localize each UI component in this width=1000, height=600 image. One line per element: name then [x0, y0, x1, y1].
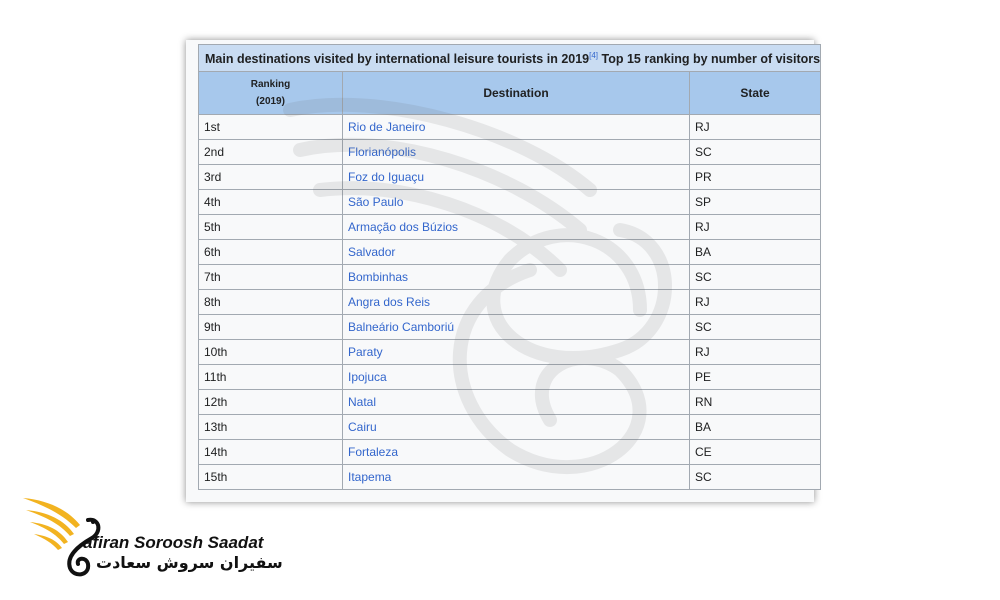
state-cell: PE [688, 364, 822, 391]
destination-link[interactable]: Salvador [348, 245, 395, 259]
destination-cell: Foz do Iguaçu [342, 164, 690, 191]
table-row: 6th Salvador BA [198, 239, 822, 266]
state-cell: CE [688, 439, 822, 466]
destination-link[interactable]: Itapema [348, 470, 391, 484]
table-row: 3rd Foz do Iguaçu PR [198, 164, 822, 191]
state-cell: SC [688, 139, 822, 166]
destination-cell: Balneário Camboriú [342, 314, 690, 341]
ranking-header[interactable]: Ranking (2019) [198, 71, 343, 116]
table-row: 2nd Florianópolis SC [198, 139, 822, 166]
rank-cell: 4th [198, 189, 343, 216]
caption-rest: Top 15 ranking by number of visitors [598, 52, 821, 67]
destination-link[interactable]: Foz do Iguaçu [348, 170, 424, 184]
destination-cell: Fortaleza [342, 439, 690, 466]
table-body: 1st Rio de Janeiro RJ 2nd Florianópolis SC 3… [198, 114, 822, 491]
state-cell: RJ [688, 339, 822, 366]
table-row: 12th Natal RN [198, 389, 822, 416]
rank-cell: 8th [198, 289, 343, 316]
caption-reference-link[interactable]: [4] [589, 51, 598, 60]
table-row: 7th Bombinhas SC [198, 264, 822, 291]
caption-main: Main destinations visited by internation… [205, 52, 590, 67]
rank-cell: 12th [198, 389, 343, 416]
table-row: 4th São Paulo SP [198, 189, 822, 216]
table-row: 14th Fortaleza CE [198, 439, 822, 466]
rank-cell: 15th [198, 464, 343, 491]
destination-cell: Bombinhas [342, 264, 690, 291]
rank-cell: 11th [198, 364, 343, 391]
destination-link[interactable]: Balneário Camboriú [348, 320, 454, 334]
destination-header[interactable]: Destination [342, 71, 690, 116]
state-cell: RJ [688, 289, 822, 316]
destination-cell: Florianópolis [342, 139, 690, 166]
rank-cell: 7th [198, 264, 343, 291]
destination-cell: Angra dos Reis [342, 289, 690, 316]
table-row: 10th Paraty RJ [198, 339, 822, 366]
brand-name-persian: سفیران سروش سعادت [96, 553, 283, 572]
state-cell: RJ [688, 214, 822, 241]
rank-cell: 14th [198, 439, 343, 466]
state-cell: RN [688, 389, 822, 416]
destination-cell: Armação dos Búzios [342, 214, 690, 241]
table-row: 11th Ipojuca PE [198, 364, 822, 391]
table-row: 1st Rio de Janeiro RJ [198, 114, 822, 141]
header-row: Ranking (2019) Destination State [198, 71, 822, 116]
table-caption: Main destinations visited by internation… [198, 44, 822, 72]
rank-cell: 13th [198, 414, 343, 441]
state-cell: PR [688, 164, 822, 191]
destination-link[interactable]: Fortaleza [348, 445, 398, 459]
destination-cell: Cairu [342, 414, 690, 441]
rank-cell: 10th [198, 339, 343, 366]
destination-cell: Salvador [342, 239, 690, 266]
state-cell: SC [688, 464, 822, 491]
table-row: 8th Angra dos Reis RJ [198, 289, 822, 316]
destination-cell: Natal [342, 389, 690, 416]
destination-cell: Itapema [342, 464, 690, 491]
ranking-header-line2: (2019) [256, 96, 285, 108]
destination-cell: São Paulo [342, 189, 690, 216]
destination-cell: Rio de Janeiro [342, 114, 690, 141]
table-row: 9th Balneário Camboriú SC [198, 314, 822, 341]
destination-cell: Ipojuca [342, 364, 690, 391]
state-cell: RJ [688, 114, 822, 141]
rank-cell: 6th [198, 239, 343, 266]
destination-link[interactable]: Paraty [348, 345, 383, 359]
destination-link[interactable]: Florianópolis [348, 145, 416, 159]
rank-cell: 2nd [198, 139, 343, 166]
destination-link[interactable]: Cairu [348, 420, 377, 434]
rank-cell: 1st [198, 114, 343, 141]
destination-link[interactable]: Rio de Janeiro [348, 120, 425, 134]
destination-link[interactable]: Bombinhas [348, 270, 408, 284]
destination-link[interactable]: São Paulo [348, 195, 403, 209]
table-row: 13th Cairu BA [198, 414, 822, 441]
state-cell: BA [688, 239, 822, 266]
destination-link[interactable]: Armação dos Búzios [348, 220, 458, 234]
state-cell: SC [688, 314, 822, 341]
rank-cell: 5th [198, 214, 343, 241]
table-row: 15th Itapema SC [198, 464, 822, 491]
table-row: 5th Armação dos Búzios RJ [198, 214, 822, 241]
destination-cell: Paraty [342, 339, 690, 366]
brand-name-english: afiran Soroosh Saadat [83, 533, 264, 552]
state-cell: SC [688, 264, 822, 291]
rank-cell: 3rd [198, 164, 343, 191]
destination-link[interactable]: Ipojuca [348, 370, 387, 384]
state-header[interactable]: State [688, 71, 822, 116]
destination-link[interactable]: Angra dos Reis [348, 295, 430, 309]
destination-link[interactable]: Natal [348, 395, 376, 409]
destinations-table: Main destinations visited by internation… [198, 44, 822, 491]
state-cell: BA [688, 414, 822, 441]
state-cell: SP [688, 189, 822, 216]
ranking-header-line1: Ranking [250, 79, 291, 91]
rank-cell: 9th [198, 314, 343, 341]
